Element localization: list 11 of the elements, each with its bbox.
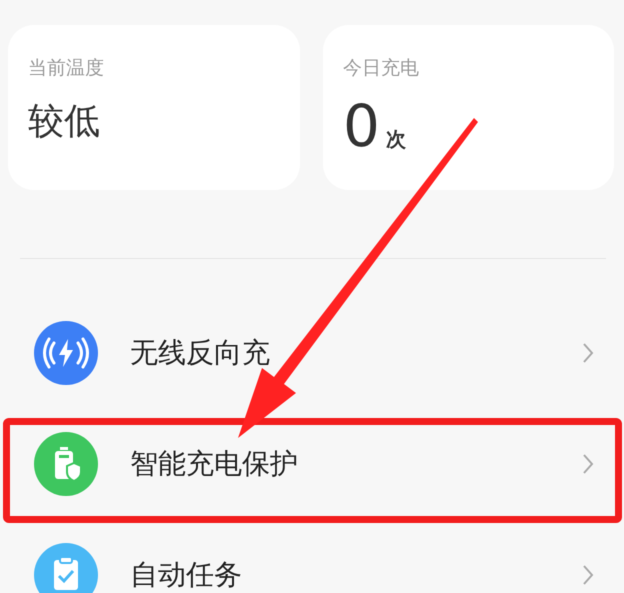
settings-label: 自动任务 xyxy=(130,556,243,592)
stat-label: 今日充电 xyxy=(343,56,420,81)
chevron-icon xyxy=(582,452,594,474)
chevron-icon xyxy=(582,342,594,364)
chevron-icon xyxy=(582,564,594,586)
stat-value: 较低 xyxy=(28,100,100,144)
stat-value: 0 xyxy=(343,97,380,155)
settings-label: 无线反向充 xyxy=(130,334,271,370)
stat-label: 当前温度 xyxy=(28,56,105,81)
stat-unit: 次 xyxy=(386,126,406,153)
settings-label: 智能充电保护 xyxy=(130,446,299,482)
